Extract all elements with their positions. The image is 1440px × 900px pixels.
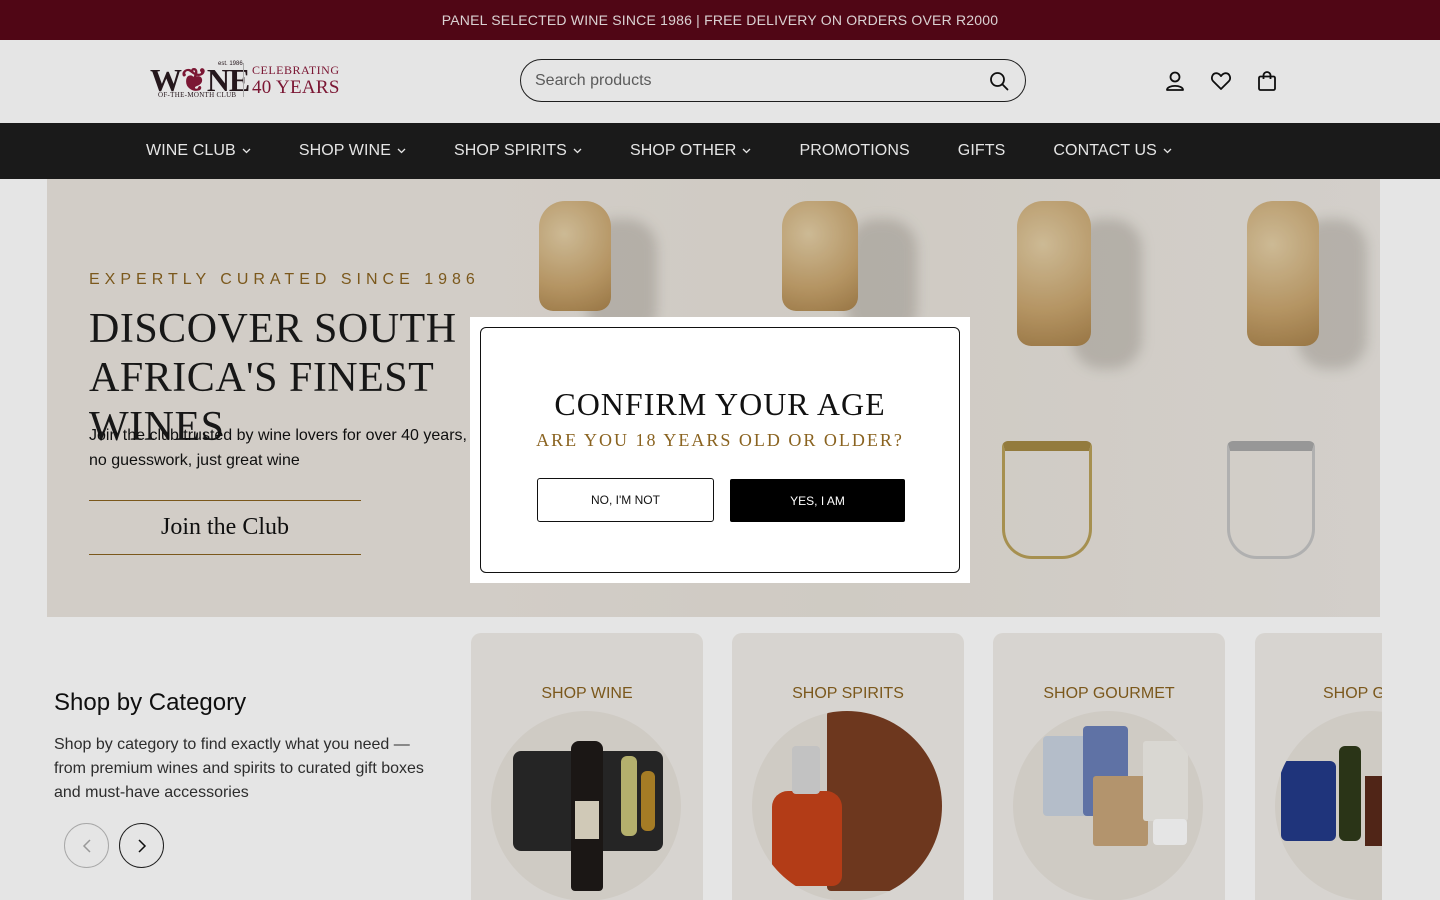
age-decline-button[interactable]: NO, I'M NOT	[537, 478, 714, 522]
modal-question: ARE YOU 18 YEARS OLD OR OLDER?	[536, 430, 904, 450]
age-verification-modal: CONFIRM YOUR AGE ARE YOU 18 YEARS OLD OR…	[470, 317, 970, 583]
age-confirm-button[interactable]: YES, I AM	[730, 479, 905, 522]
modal-frame: CONFIRM YOUR AGE ARE YOU 18 YEARS OLD OR…	[480, 327, 960, 573]
modal-title: CONFIRM YOUR AGE	[554, 386, 886, 422]
